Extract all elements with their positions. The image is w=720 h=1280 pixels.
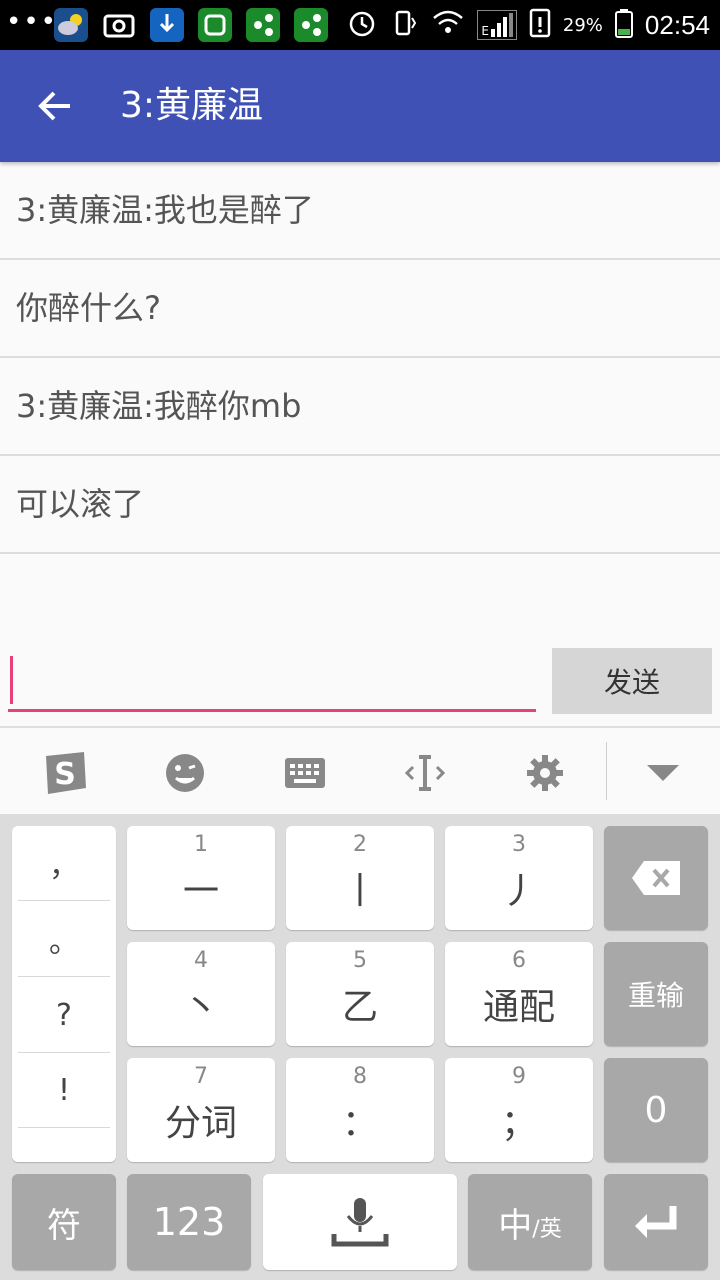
green-app-icon xyxy=(198,8,232,42)
signal-icon: E xyxy=(477,10,517,40)
key-9[interactable]: 9 ； xyxy=(445,1058,593,1162)
message-list[interactable]: 3:黄廉温:我也是醉了 你醉什么? 3:黄廉温:我醉你mb 可以滚了 xyxy=(0,162,720,554)
sim-alert-icon xyxy=(529,8,551,42)
voice-space-key[interactable] xyxy=(263,1174,457,1270)
punct-question[interactable]: ? xyxy=(18,978,110,1053)
share-app-icon xyxy=(246,8,280,42)
vibrate-icon xyxy=(389,8,419,42)
enter-icon xyxy=(635,1206,677,1238)
keyboard: ， 。 ? ! 1 一 2 丨 3 丿 4 丶 5 乙 6 通配 重输 7 分词… xyxy=(0,814,720,1280)
key-4[interactable]: 4 丶 xyxy=(127,942,275,1046)
battery-icon xyxy=(614,8,633,42)
text-cursor xyxy=(10,656,13,704)
key-1-label: 一 xyxy=(182,871,219,912)
zero-key[interactable]: 0 xyxy=(604,1058,708,1162)
punct-comma[interactable]: ， xyxy=(18,826,110,901)
microphone-icon xyxy=(331,1198,389,1247)
settings-gear-icon[interactable] xyxy=(520,748,570,798)
key-4-number: 4 xyxy=(194,948,208,973)
network-label: E xyxy=(481,24,489,38)
screenshot-icon xyxy=(102,8,136,42)
hide-keyboard-icon[interactable] xyxy=(638,748,688,798)
key-5[interactable]: 5 乙 xyxy=(286,942,434,1046)
key-3-number: 3 xyxy=(512,832,526,857)
language-switch-key[interactable]: 中/英 xyxy=(468,1174,592,1270)
message-item[interactable]: 3:黄廉温:我醉你mb xyxy=(0,358,720,456)
message-item[interactable]: 你醉什么? xyxy=(0,260,720,358)
overflow-dots-icon: ••• xyxy=(6,7,59,37)
number-mode-key[interactable]: 123 xyxy=(127,1174,251,1270)
punctuation-column[interactable]: ， 。 ? ! xyxy=(12,826,116,1162)
share-app-icon-2 xyxy=(294,8,328,42)
key-9-number: 9 xyxy=(512,1064,526,1089)
download-icon xyxy=(150,8,184,42)
cursor-move-icon[interactable] xyxy=(400,748,450,798)
battery-percent: 29% xyxy=(562,14,603,36)
key-2-label: 丨 xyxy=(341,871,378,912)
key-2-number: 2 xyxy=(353,832,367,857)
sogou-logo-icon[interactable]: S xyxy=(40,748,90,798)
punct-exclaim[interactable]: ! xyxy=(18,1053,110,1128)
language-sub-label: /英 xyxy=(532,1217,562,1242)
message-item[interactable]: 可以滚了 xyxy=(0,456,720,554)
key-5-number: 5 xyxy=(353,948,367,973)
key-1-number: 1 xyxy=(194,832,208,857)
keyboard-icon[interactable] xyxy=(280,748,330,798)
clock: 02:54 xyxy=(644,9,710,40)
key-3-label: 丿 xyxy=(500,871,537,912)
page-title: 3:黄廉温 xyxy=(120,85,264,126)
key-8-number: 8 xyxy=(353,1064,367,1089)
wifi-icon xyxy=(431,8,465,42)
reinput-key[interactable]: 重输 xyxy=(604,942,708,1046)
send-button[interactable]: 发送 xyxy=(552,648,712,714)
key-4-label: 丶 xyxy=(182,987,219,1028)
svg-text:S: S xyxy=(54,757,76,792)
backspace-icon xyxy=(632,861,680,895)
key-6[interactable]: 6 通配 xyxy=(445,942,593,1046)
language-main-label: 中 xyxy=(498,1205,533,1246)
key-5-label: 乙 xyxy=(341,987,378,1028)
backspace-key[interactable] xyxy=(604,826,708,930)
status-bar: ••• E 29% 02:54 xyxy=(0,0,720,50)
key-8[interactable]: 8 ： xyxy=(286,1058,434,1162)
message-input[interactable] xyxy=(8,650,536,712)
app-bar: 3:黄廉温 xyxy=(0,50,720,162)
symbol-key[interactable]: 符 xyxy=(12,1174,116,1270)
key-8-label: ： xyxy=(341,1103,378,1144)
key-1[interactable]: 1 一 xyxy=(127,826,275,930)
emoji-icon[interactable] xyxy=(160,748,210,798)
punct-period[interactable]: 。 xyxy=(18,902,110,977)
key-7-number: 7 xyxy=(194,1064,208,1089)
enter-key[interactable] xyxy=(604,1174,708,1270)
key-2[interactable]: 2 丨 xyxy=(286,826,434,930)
key-7-label: 分词 xyxy=(164,1103,237,1144)
key-6-number: 6 xyxy=(512,948,526,973)
weather-icon xyxy=(54,8,88,42)
key-7[interactable]: 7 分词 xyxy=(127,1058,275,1162)
toolbar-divider xyxy=(606,742,607,800)
key-3[interactable]: 3 丿 xyxy=(445,826,593,930)
key-6-label: 通配 xyxy=(482,987,555,1028)
back-arrow-icon[interactable] xyxy=(36,86,76,126)
alarm-icon xyxy=(347,8,377,42)
message-item[interactable]: 3:黄廉温:我也是醉了 xyxy=(0,162,720,260)
key-9-label: ； xyxy=(500,1103,537,1144)
keyboard-toolbar: S xyxy=(0,726,720,814)
